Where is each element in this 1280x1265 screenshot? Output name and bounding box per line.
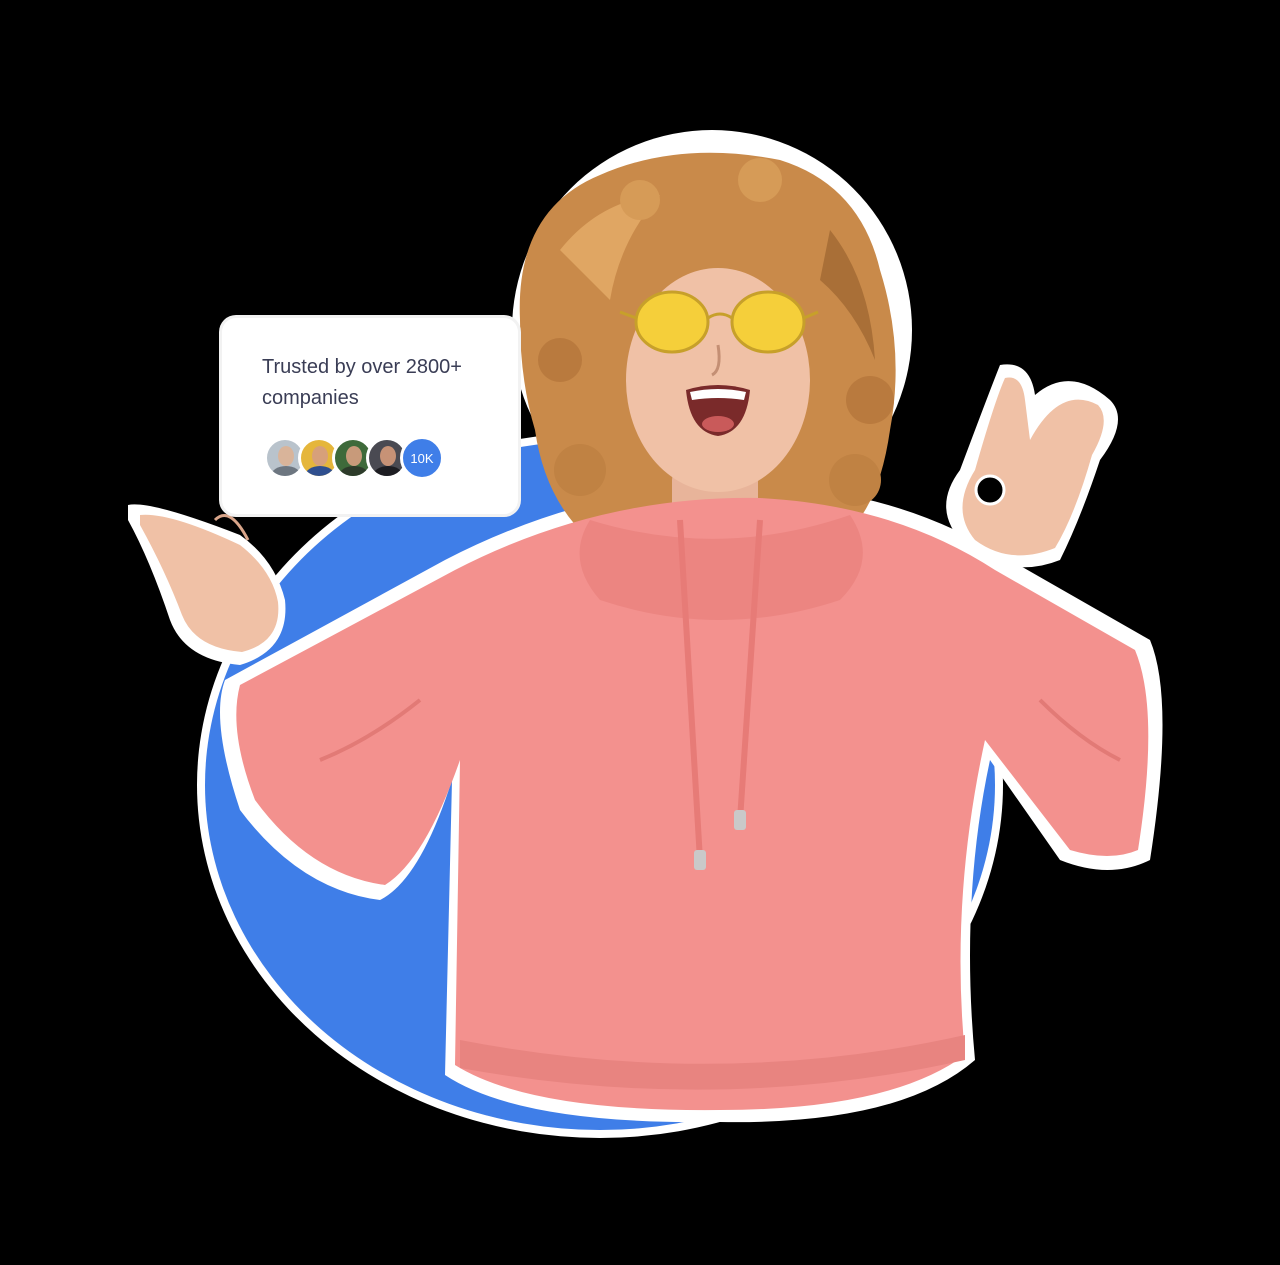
trust-text: Trusted by over 2800+ companies xyxy=(262,356,462,409)
count-badge: 10K xyxy=(400,436,444,480)
avatar-group: 10K xyxy=(264,436,488,480)
sticker-stage: Trusted by over 2800+ companies 10K xyxy=(0,0,1280,1265)
trust-card: Trusted by over 2800+ companies 10K xyxy=(222,318,518,514)
pink-hoodie xyxy=(236,497,1149,1111)
person-illustration xyxy=(128,130,1163,1123)
